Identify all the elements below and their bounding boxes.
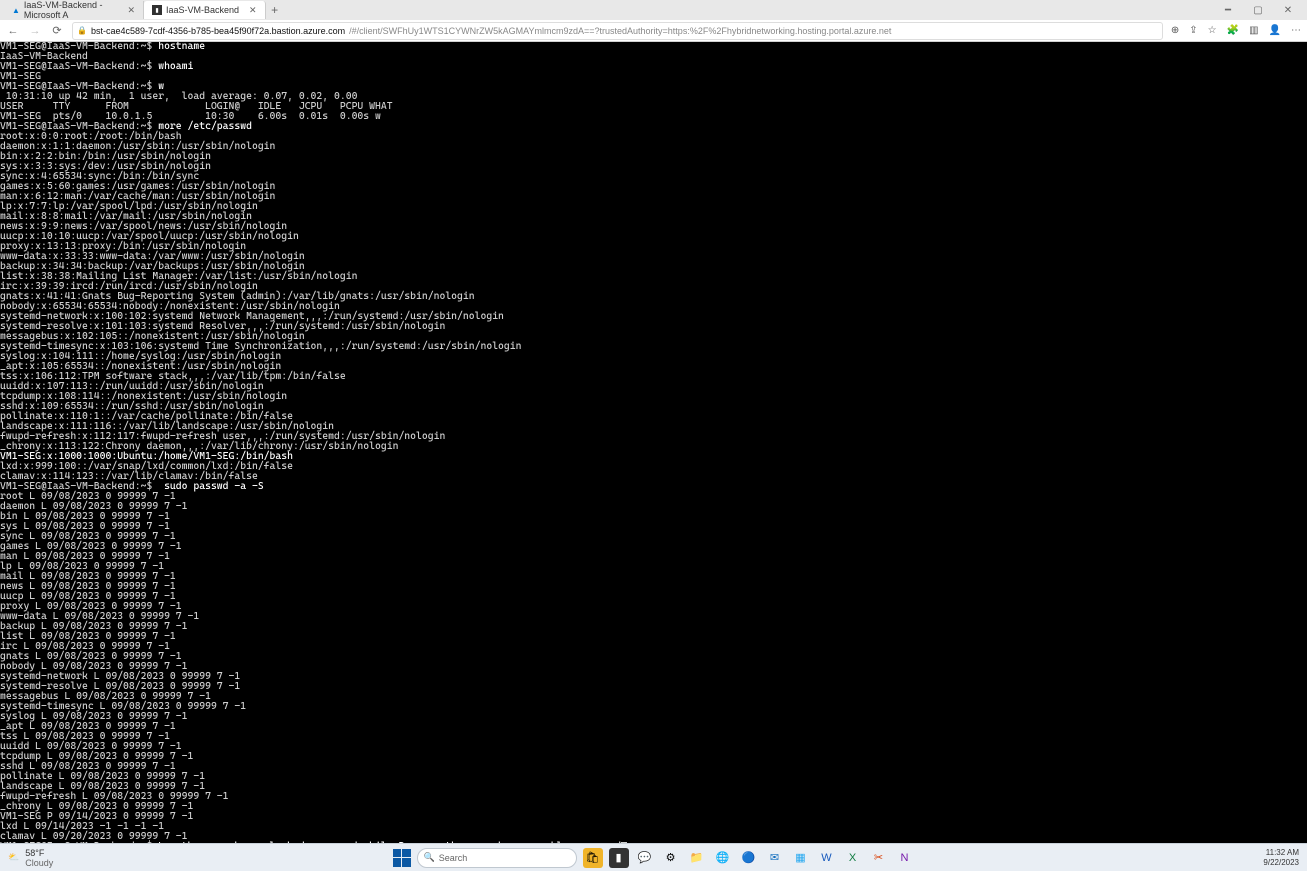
taskbar-app-settings[interactable]: ⚙ xyxy=(661,848,681,868)
nav-toolbar: ← → ⟳ 🔒 bst-cae4c589-7cdf-4356-b785-bea4… xyxy=(0,20,1307,42)
taskbar-app-store[interactable]: 🛍 xyxy=(583,848,603,868)
favorite-icon[interactable]: ☆ xyxy=(1208,25,1217,36)
taskbar-center: 🔍 Search 🛍 ▮ 💬 ⚙ 📁 🌐 🔵 ✉ ▦ W X ✂ N xyxy=(393,848,915,868)
menu-icon[interactable]: ⋯ xyxy=(1291,25,1301,36)
browser-chrome-top: ▲ IaaS-VM-Backend - Microsoft A ✕ ▮ IaaS… xyxy=(0,0,1307,42)
window-close-button[interactable]: ✕ xyxy=(1273,1,1303,19)
taskbar-app-teams[interactable]: 💬 xyxy=(635,848,655,868)
clock-time: 11:32 AM xyxy=(1263,848,1299,858)
back-button[interactable]: ← xyxy=(6,25,20,37)
window-minimize-button[interactable]: ━ xyxy=(1213,1,1243,19)
taskbar-app-edge[interactable]: 🌐 xyxy=(713,848,733,868)
window-controls: ━ ▢ ✕ xyxy=(1213,1,1303,19)
bastion-terminal[interactable]: VM1-SEG@IaaS-VM-Backend:~$ hostname IaaS… xyxy=(0,42,1307,848)
search-placeholder: Search xyxy=(439,853,468,863)
taskbar-app-chrome[interactable]: 🔵 xyxy=(739,848,759,868)
weather-temp: 58°F xyxy=(25,848,53,858)
close-icon[interactable]: ✕ xyxy=(127,5,135,16)
weather-desc: Cloudy xyxy=(25,858,53,868)
azure-icon: ▲ xyxy=(12,5,20,15)
weather-widget[interactable]: ⛅ 58°F Cloudy xyxy=(8,848,53,868)
forward-button[interactable]: → xyxy=(28,25,42,37)
taskbar-search[interactable]: 🔍 Search xyxy=(417,848,577,868)
profile-icon[interactable]: 👤 xyxy=(1269,25,1281,36)
taskbar-app-outlook[interactable]: ✉ xyxy=(765,848,785,868)
extensions-icon[interactable]: 🧩 xyxy=(1227,25,1239,36)
toolbar-actions: ⊕ ⇪ ☆ 🧩 ▥ 👤 ⋯ xyxy=(1171,25,1301,36)
tab-title: IaaS-VM-Backend - Microsoft A xyxy=(24,0,118,20)
taskbar-app-onenote[interactable]: N xyxy=(895,848,915,868)
close-icon[interactable]: ✕ xyxy=(249,5,257,16)
window-maximize-button[interactable]: ▢ xyxy=(1243,1,1273,19)
terminal-icon: ▮ xyxy=(152,5,162,15)
weather-icon: ⛅ xyxy=(8,852,19,863)
new-tab-button[interactable]: + xyxy=(266,1,284,19)
taskbar-app-excel[interactable]: X xyxy=(843,848,863,868)
install-app-icon[interactable]: ⊕ xyxy=(1171,25,1179,36)
taskbar-app-snip[interactable]: ✂ xyxy=(869,848,889,868)
url-host: bst-cae4c589-7cdf-4356-b785-bea45f90f72a… xyxy=(91,26,345,36)
taskbar-app-word[interactable]: W xyxy=(817,848,837,868)
tab-title: IaaS-VM-Backend xyxy=(166,5,239,15)
refresh-button[interactable]: ⟳ xyxy=(50,24,64,37)
tab-bastion-terminal[interactable]: ▮ IaaS-VM-Backend ✕ xyxy=(144,1,266,19)
url-path: /#/client/SWFhUy1WTS1CYWNrZW5kAGMAYmlmcm… xyxy=(349,26,891,36)
address-bar[interactable]: 🔒 bst-cae4c589-7cdf-4356-b785-bea45f90f7… xyxy=(72,22,1163,40)
windows-taskbar: ⛅ 58°F Cloudy 🔍 Search 🛍 ▮ 💬 ⚙ 📁 🌐 🔵 ✉ ▦… xyxy=(0,843,1307,871)
share-icon[interactable]: ⇪ xyxy=(1189,25,1197,36)
taskbar-app-explorer[interactable]: ▮ xyxy=(609,848,629,868)
tab-azure-portal[interactable]: ▲ IaaS-VM-Backend - Microsoft A ✕ xyxy=(4,1,144,19)
collections-icon[interactable]: ▥ xyxy=(1249,25,1258,36)
search-icon: 🔍 xyxy=(424,852,435,863)
taskbar-app-vscode[interactable]: ▦ xyxy=(791,848,811,868)
start-button[interactable] xyxy=(393,849,411,867)
lock-icon: 🔒 xyxy=(77,26,87,35)
clock-date: 9/22/2023 xyxy=(1263,858,1299,868)
system-clock[interactable]: 11:32 AM 9/22/2023 xyxy=(1263,848,1299,868)
tab-strip: ▲ IaaS-VM-Backend - Microsoft A ✕ ▮ IaaS… xyxy=(0,0,1307,20)
taskbar-app-files[interactable]: 📁 xyxy=(687,848,707,868)
